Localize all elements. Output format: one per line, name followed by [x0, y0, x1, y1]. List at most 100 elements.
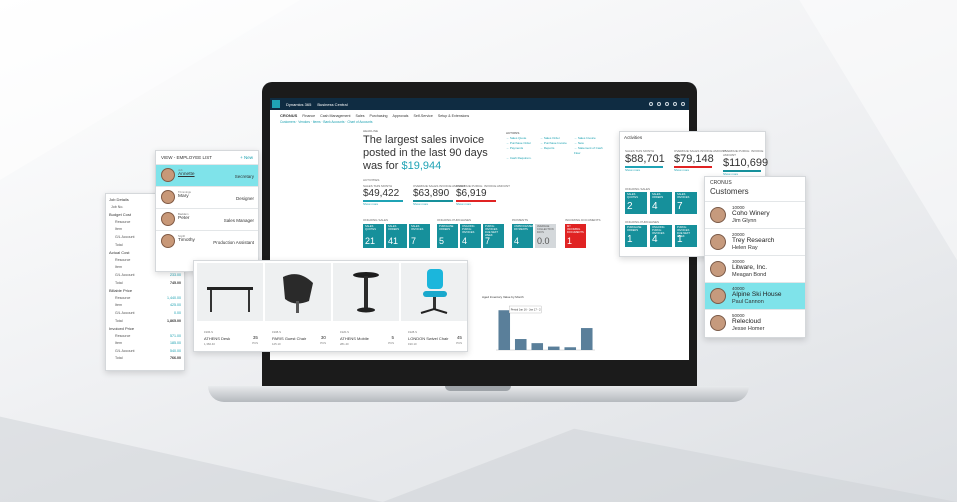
tile-purchase-orders[interactable]: PURCHASE ORDERS 1	[625, 225, 647, 247]
menu-item[interactable]: Cash Management	[320, 114, 350, 118]
chart-bar[interactable]	[498, 310, 511, 350]
menu-item[interactable]: Finance	[302, 114, 315, 118]
tile-label: SALES QUOTES	[627, 193, 638, 199]
show-more-link[interactable]: Show more	[723, 172, 768, 176]
tile-purchase-orders[interactable]: PURCHASE ORDERS 5	[437, 224, 458, 248]
job-row-value[interactable]: 185.00	[170, 340, 181, 348]
headline-label: HEADLINE	[363, 129, 379, 133]
job-row-value[interactable]: 233.00	[170, 272, 181, 280]
chart-bar[interactable]	[580, 328, 593, 350]
show-more-link[interactable]: Show more	[625, 168, 665, 172]
tile-sales-invoices[interactable]: SALES INVOICES 7	[675, 192, 697, 214]
customer-row[interactable]: 50000 Relecloud Jesse Homer	[705, 309, 805, 336]
employee-row[interactable]: Trimmings Mary Designer	[156, 186, 258, 208]
action-link[interactable]: → Cash Requirem.	[506, 156, 538, 161]
customer-row[interactable]: 30000 Litware, Inc. Meagan Bond	[705, 255, 805, 282]
job-row-value[interactable]: 1,440.00	[167, 295, 181, 303]
menu-item[interactable]: Self-Service	[413, 114, 432, 118]
employee-row[interactable]: Baddam Peter Sales Manager	[156, 208, 258, 230]
customer-name[interactable]: Relecloud	[732, 318, 805, 326]
job-row-value[interactable]: 425.00	[170, 302, 181, 310]
tile-sales-quotes[interactable]: SALES QUOTES 21	[363, 224, 384, 248]
menu-item[interactable]: Approvals	[393, 114, 409, 118]
tile-sales-invoices[interactable]: SALES INVOICES 7	[409, 224, 430, 248]
tile-label: SALES ORDERS	[652, 193, 664, 199]
kpi-label: OVERDUE SALES INVOICE AMOUNT	[674, 149, 727, 153]
tile-sales-quotes[interactable]: SALES QUOTES 2	[625, 192, 647, 214]
show-more-link[interactable]: Show more	[363, 202, 403, 206]
job-row-value[interactable]: 571.00	[170, 333, 181, 341]
job-row-value[interactable]: 1,865.00	[167, 318, 181, 326]
chart-bar[interactable]	[564, 347, 577, 350]
avatar-icon[interactable]	[681, 102, 685, 106]
item-name[interactable]: ATHENS Mobile	[340, 336, 369, 341]
tile-average-collection-days[interactable]: AVERAGE COLLECTION DAYS 0.0	[535, 224, 556, 248]
item-card[interactable]: 1920-S ATHENS Mobile 281.40 5 PCS	[333, 263, 399, 349]
job-row-value[interactable]: 0.00	[174, 310, 181, 318]
customers-title: Customers	[710, 187, 749, 196]
show-more-link[interactable]: Show more	[456, 202, 510, 206]
customer-row[interactable]: 40000 Alpine Ski House Paul Cannon	[705, 282, 805, 309]
item-subvalue: 125.10	[272, 342, 281, 346]
action-link[interactable]: → Statement of Cash Flow	[574, 146, 606, 156]
tile-unprocessed-payments[interactable]: UNPROCESSED PAYMENTS 4	[512, 224, 534, 248]
customer-name[interactable]: Coho Winery	[732, 210, 805, 218]
chart-bar[interactable]	[531, 343, 544, 350]
tile-value: 21	[365, 236, 376, 246]
item-name[interactable]: PARIS Guest Chair	[272, 336, 306, 341]
menu-item[interactable]: Setup & Extensions	[438, 114, 469, 118]
menu-item[interactable]: Sales	[356, 114, 365, 118]
customer-row[interactable]: 10000 Coho Winery Jim Glynn	[705, 201, 805, 228]
tile-label: PURCHASE ORDERS	[439, 225, 454, 231]
tile-value: 41	[388, 236, 399, 246]
tile-ongoing-purch-invoices[interactable]: ONGOING PURCH. INVOICES 4	[650, 225, 672, 247]
job-row-value[interactable]: 540.00	[170, 348, 181, 356]
headline-value[interactable]: $19,944	[402, 160, 442, 172]
item-card[interactable]: 1906-S ATHENS Desk 1,360.40 35 PCS	[197, 263, 263, 349]
item-name[interactable]: ATHENS Desk	[204, 336, 230, 341]
tile-sales-orders[interactable]: SALES ORDERS 41	[386, 224, 407, 248]
tile-label: SALES INVOICES	[677, 193, 690, 199]
kpi-1[interactable]: SALES THIS MONTH $49,422 Show more	[363, 184, 403, 206]
action-link[interactable]: → Payments	[506, 146, 538, 156]
job-row-label: Item	[115, 341, 122, 346]
item-subvalue: 281.40	[340, 342, 349, 346]
customer-row[interactable]: 20000 Trey Research Helen Ray	[705, 228, 805, 255]
search-icon[interactable]	[649, 102, 653, 106]
customer-name[interactable]: Trey Research	[732, 237, 805, 245]
customer-name[interactable]: Litware, Inc.	[732, 264, 805, 272]
help-icon[interactable]	[673, 102, 677, 106]
job-row-value[interactable]: 766.00	[170, 355, 181, 363]
tile-my-incoming-documents[interactable]: MY INCOMING DOCUMENTS 1	[565, 224, 586, 248]
customer-name[interactable]: Alpine Ski House	[732, 291, 805, 299]
job-row-label: Resource	[115, 257, 131, 262]
job-row-value[interactable]: 745.00	[170, 280, 181, 288]
item-image-chair	[265, 263, 331, 321]
item-name[interactable]: LONDON Swivel Chair	[408, 336, 448, 341]
tile-purch-invoices-due-next-week[interactable]: PURCH. INVOICES DUE NEXT WEEK 1	[675, 225, 697, 247]
chart-bar[interactable]	[514, 339, 527, 350]
menu-item[interactable]: Purchasing	[370, 114, 388, 118]
tile-ongoing-purch-invoices[interactable]: ONGOING PURCH. INVOICES 4	[460, 224, 481, 248]
activity-kpi-1[interactable]: SALES THIS MONTH $88,701 Show more	[625, 149, 665, 172]
waffle-icon[interactable]	[272, 100, 280, 108]
chart-bar[interactable]	[547, 346, 560, 350]
activity-kpi-3[interactable]: OVERDUE PURCH. INVOICE AMOUNT $110,699 Sho…	[723, 149, 768, 176]
employee-list-title: VIEW - EMPLOYEE LIST	[161, 155, 213, 160]
kpi-label: OVERDUE PURCH. INVOICE AMOUNT	[456, 184, 511, 188]
kpi-3[interactable]: OVERDUE PURCH. INVOICE AMOUNT $6,919 Show …	[456, 184, 510, 206]
item-card[interactable]: 1908-S PARIS Guest Chair 125.10 30 PCS	[265, 263, 331, 349]
bell-icon[interactable]	[657, 102, 661, 106]
show-more-link[interactable]: Show more	[674, 168, 726, 172]
activity-kpi-2[interactable]: OVERDUE SALES INVOICE AMOUNT $79,148 Show …	[674, 149, 726, 172]
tile-purch-invoices-due-next-week[interactable]: PURCH. INVOICES DUE NEXT WEEK 7	[483, 224, 504, 248]
gear-icon[interactable]	[665, 102, 669, 106]
item-card[interactable]: 1928-S LONDON Swivel Chair 190.10 45 PCS	[401, 263, 467, 349]
navigation-links[interactable]: Customers · Vendors · Items · Bank Accou…	[270, 118, 689, 126]
action-link[interactable]: → Reports	[540, 146, 572, 156]
tile-sales-orders[interactable]: SALES ORDERS 4	[650, 192, 672, 214]
job-row: Billable Price	[109, 287, 181, 295]
employee-row[interactable]: Job Annette Secretary	[156, 164, 258, 186]
new-employee-button[interactable]: + New	[240, 155, 253, 160]
employee-row[interactable]: Smith Timothy Production Assistant	[156, 230, 258, 252]
